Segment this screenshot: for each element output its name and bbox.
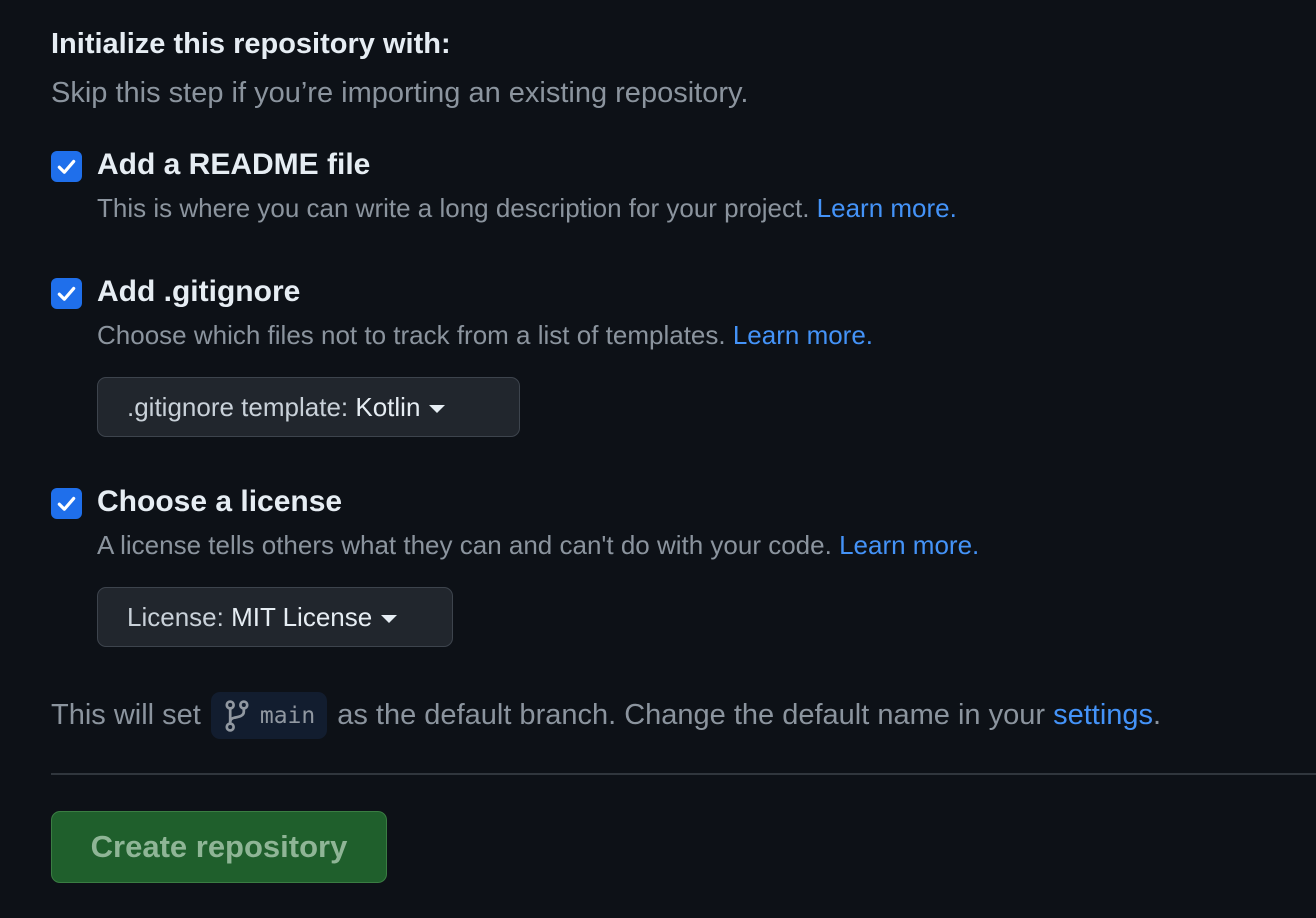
divider: [51, 773, 1316, 775]
gitignore-description: Choose which files not to track from a l…: [97, 320, 873, 351]
git-branch-icon: [225, 699, 249, 732]
check-icon: [57, 496, 76, 511]
branch-note-prefix: This will set: [51, 699, 201, 731]
branch-note-middle: as the default branch. Change the defaul…: [337, 699, 1046, 731]
readme-learn-more-link[interactable]: Learn more.: [817, 193, 957, 223]
license-label[interactable]: Choose a license: [97, 485, 342, 519]
license-select[interactable]: License: MIT License: [97, 587, 453, 647]
gitignore-template-select[interactable]: .gitignore template: Kotlin: [97, 377, 520, 437]
gitignore-select-value: Kotlin: [355, 391, 421, 422]
branch-pill: main: [210, 692, 328, 739]
license-select-prefix: License:: [127, 601, 224, 632]
create-repository-button[interactable]: Create repository: [51, 811, 387, 883]
license-description: A license tells others what they can and…: [97, 530, 979, 561]
section-subtitle: Skip this step if you’re importing an ex…: [51, 77, 749, 109]
caret-down-icon: [381, 614, 398, 623]
caret-down-icon: [429, 404, 446, 413]
readme-checkbox[interactable]: [51, 151, 82, 182]
license-checkbox[interactable]: [51, 488, 82, 519]
license-learn-more-link[interactable]: Learn more.: [839, 530, 979, 560]
gitignore-checkbox[interactable]: [51, 278, 82, 309]
default-branch-note: This will set main as the default branch…: [51, 692, 1161, 739]
branch-name: main: [259, 702, 316, 729]
gitignore-select-prefix: .gitignore template:: [127, 391, 349, 422]
license-select-value: MIT License: [231, 601, 373, 632]
settings-link[interactable]: settings: [1053, 699, 1153, 732]
gitignore-label[interactable]: Add .gitignore: [97, 275, 300, 309]
check-icon: [57, 286, 76, 301]
branch-note-suffix: .: [1153, 699, 1162, 731]
license-description-text: A license tells others what they can and…: [97, 530, 832, 560]
gitignore-description-text: Choose which files not to track from a l…: [97, 320, 726, 350]
check-icon: [57, 159, 76, 174]
gitignore-learn-more-link[interactable]: Learn more.: [733, 320, 873, 350]
section-title: Initialize this repository with:: [51, 28, 451, 60]
readme-description-text: This is where you can write a long descr…: [97, 193, 810, 223]
readme-description: This is where you can write a long descr…: [97, 193, 957, 224]
readme-label[interactable]: Add a README file: [97, 148, 370, 182]
repository-init-panel: Initialize this repository with: Skip th…: [0, 0, 1316, 918]
